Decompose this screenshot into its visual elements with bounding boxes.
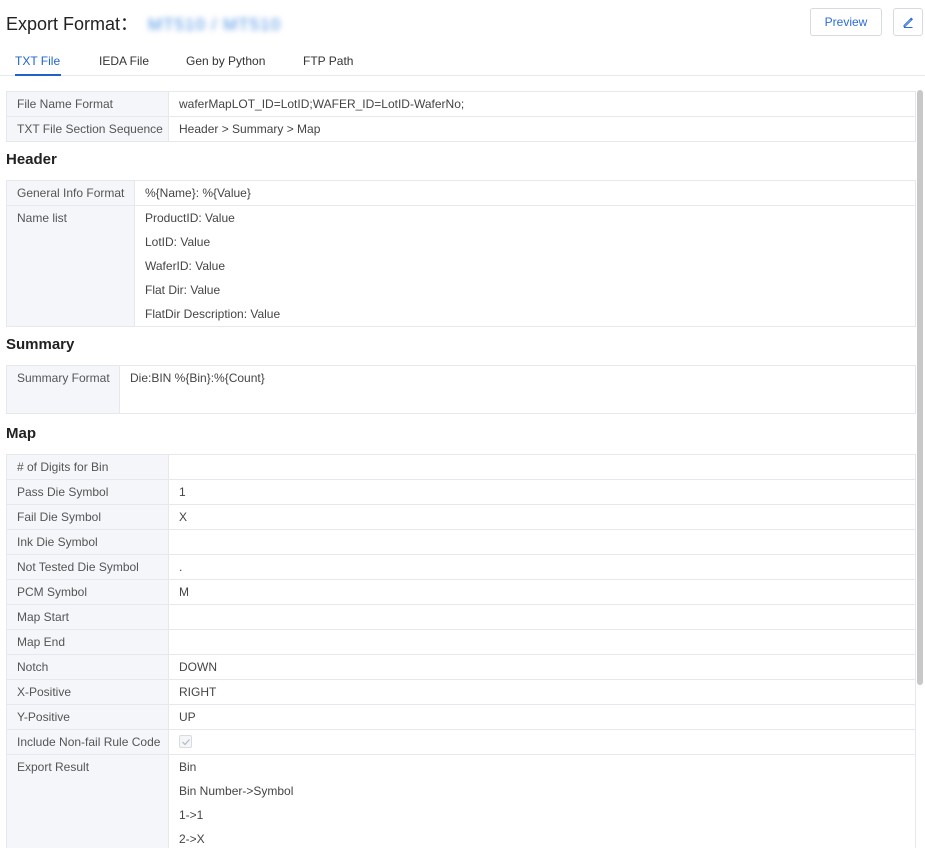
field-label: PCM Symbol — [7, 580, 169, 604]
tab-ieda-file[interactable]: IEDA File — [99, 54, 149, 76]
table-row: Fail Die Symbol X — [7, 505, 916, 530]
table-row: Pass Die Symbol 1 — [7, 480, 916, 505]
section-title-header: Header — [6, 151, 57, 168]
tab-bar: TXT File IEDA File Gen by Python FTP Pat… — [0, 48, 925, 76]
field-label: General Info Format — [7, 181, 135, 205]
table-row: Summary Format Die:BIN %{Bin}:%{Count} — [7, 366, 916, 414]
field-value — [169, 630, 915, 654]
field-value: DOWN — [179, 660, 217, 674]
field-label: Y-Positive — [7, 705, 169, 729]
field-label: Notch — [7, 655, 169, 679]
table-row: # of Digits for Bin — [7, 455, 916, 480]
field-label: Ink Die Symbol — [7, 530, 169, 554]
table-row: TXT File Section Sequence Header > Summa… — [7, 117, 916, 142]
table-row: Y-Positive UP — [7, 705, 916, 730]
field-label: Include Non-fail Rule Code — [7, 730, 169, 754]
pencil-icon — [903, 17, 914, 28]
list-item: ProductID: Value — [145, 211, 235, 225]
tab-ftp-path[interactable]: FTP Path — [303, 54, 353, 76]
table-row: Name list ProductID: Value LotID: Value … — [7, 206, 916, 327]
table-row: Not Tested Die Symbol . — [7, 555, 916, 580]
list-item: 2->X — [179, 832, 205, 846]
field-value: RIGHT — [179, 685, 217, 699]
file-table: File Name Format waferMapLOT_ID=LotID;WA… — [6, 91, 916, 142]
field-label: Fail Die Symbol — [7, 505, 169, 529]
header-table: General Info Format %{Name}: %{Value} Na… — [6, 180, 916, 327]
list-item: FlatDir Description: Value — [145, 307, 281, 321]
map-table: # of Digits for Bin Pass Die Symbol 1 Fa… — [6, 454, 916, 848]
device-name: MT510 / MT510 — [148, 15, 282, 34]
field-value — [169, 605, 915, 629]
field-label: Map Start — [7, 605, 169, 629]
field-value: %{Name}: %{Value} — [145, 186, 251, 200]
tab-gen-by-python[interactable]: Gen by Python — [186, 54, 265, 76]
field-label: Summary Format — [7, 366, 120, 413]
field-value: Header > Summary > Map — [179, 122, 321, 136]
field-value — [169, 530, 915, 554]
field-value: M — [179, 585, 189, 599]
field-value — [169, 730, 915, 754]
field-label: File Name Format — [7, 92, 169, 116]
field-label: Name list — [7, 206, 135, 326]
field-label: X-Positive — [7, 680, 169, 704]
export-result-values: Bin Bin Number->Symbol 1->1 2->X — [169, 755, 915, 848]
vertical-scrollbar[interactable] — [917, 90, 923, 685]
table-row: Map Start — [7, 605, 916, 630]
page-title: Export Format： MT510 / MT510 — [6, 10, 281, 36]
table-row: Export Result Bin Bin Number->Symbol 1->… — [7, 755, 916, 848]
field-value: . — [179, 560, 183, 574]
field-value: UP — [179, 710, 196, 724]
non-fail-checkbox[interactable] — [179, 735, 192, 749]
field-label: Export Result — [7, 755, 169, 848]
field-label: # of Digits for Bin — [7, 455, 169, 479]
page-header: Export Format： MT510 / MT510 Preview — [0, 0, 925, 44]
list-item: Flat Dir: Value — [145, 283, 221, 297]
table-row: General Info Format %{Name}: %{Value} — [7, 181, 916, 206]
field-value: Die:BIN %{Bin}:%{Count} — [130, 371, 265, 385]
section-title-map: Map — [6, 425, 36, 442]
edit-button[interactable] — [893, 8, 923, 36]
page-title-text: Export Format： — [6, 14, 139, 34]
field-value: 1 — [179, 485, 186, 499]
field-value: waferMapLOT_ID=LotID;WAFER_ID=LotID-Wafe… — [179, 97, 465, 111]
list-item: LotID: Value — [145, 235, 211, 249]
field-value — [169, 455, 915, 479]
field-label: Map End — [7, 630, 169, 654]
table-row: PCM Symbol M — [7, 580, 916, 605]
table-row: Notch DOWN — [7, 655, 916, 680]
table-row: Ink Die Symbol — [7, 530, 916, 555]
field-label: Not Tested Die Symbol — [7, 555, 169, 579]
name-list-values: ProductID: Value LotID: Value WaferID: V… — [135, 206, 915, 326]
table-row: Include Non-fail Rule Code — [7, 730, 916, 755]
check-icon — [182, 739, 190, 746]
list-item: Bin Number->Symbol — [179, 784, 294, 798]
field-value: X — [179, 510, 188, 524]
list-item: WaferID: Value — [145, 259, 226, 273]
section-title-summary: Summary — [6, 336, 75, 353]
tab-txt-file[interactable]: TXT File — [15, 54, 61, 76]
table-row: Map End — [7, 630, 916, 655]
field-label: TXT File Section Sequence — [7, 117, 169, 141]
list-item: 1->1 — [179, 808, 204, 822]
list-item: Bin — [179, 760, 197, 774]
table-row: File Name Format waferMapLOT_ID=LotID;WA… — [7, 92, 916, 117]
preview-button[interactable]: Preview — [810, 8, 882, 36]
field-label: Pass Die Symbol — [7, 480, 169, 504]
table-row: X-Positive RIGHT — [7, 680, 916, 705]
content-area[interactable]: File Name Format waferMapLOT_ID=LotID;WA… — [0, 86, 916, 848]
summary-table: Summary Format Die:BIN %{Bin}:%{Count} — [6, 365, 916, 414]
